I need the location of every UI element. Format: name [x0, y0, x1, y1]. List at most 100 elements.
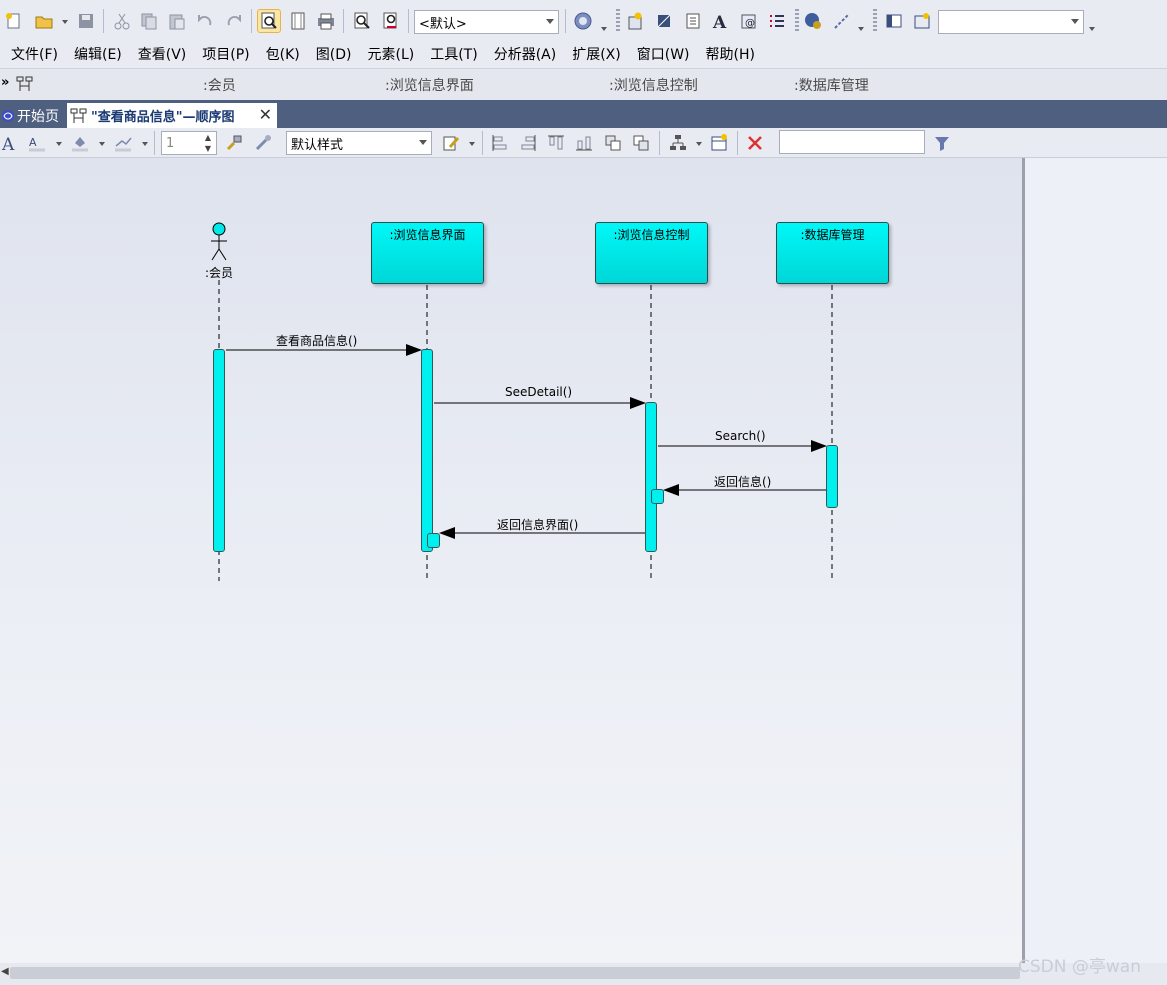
help-dropdown-icon[interactable]	[601, 27, 607, 31]
diagram-properties-icon[interactable]	[707, 131, 731, 155]
paste-icon[interactable]	[165, 9, 189, 33]
connector-dropdown-icon[interactable]	[858, 27, 864, 31]
align-top-icon[interactable]	[544, 131, 568, 155]
message-return-info[interactable]: 返回信息()	[714, 473, 771, 490]
help-icon[interactable]	[571, 9, 595, 33]
spin-down-icon[interactable]: ▼	[205, 144, 211, 153]
scroll-left-icon[interactable]: ◀	[1, 966, 9, 977]
workset-icon[interactable]	[910, 9, 934, 33]
layout-dropdown-icon[interactable]	[696, 142, 702, 146]
zoom-page-icon[interactable]	[257, 9, 281, 33]
perspective-combo[interactable]	[938, 10, 1084, 34]
lifeline-header-database[interactable]: :数据库管理	[794, 75, 869, 95]
lifeline-database[interactable]: :数据库管理	[776, 222, 889, 284]
new-element-icon[interactable]	[623, 9, 647, 33]
save-icon[interactable]	[74, 9, 98, 33]
lifeline-browse-control[interactable]: :浏览信息控制	[595, 222, 708, 284]
line-color-icon[interactable]	[111, 131, 135, 155]
print-icon[interactable]	[314, 9, 338, 33]
redo-icon[interactable]	[222, 9, 246, 33]
text-icon[interactable]: A	[708, 9, 732, 33]
menu-tools[interactable]: 工具(T)	[422, 44, 485, 66]
new-file-icon[interactable]	[2, 9, 26, 33]
tab-start-page[interactable]: 开始页	[0, 103, 64, 128]
align-right-icon[interactable]	[516, 131, 540, 155]
page-view-icon[interactable]	[286, 9, 310, 33]
edit-style-icon[interactable]	[439, 131, 463, 155]
list-icon[interactable]	[765, 9, 789, 33]
activation-bar[interactable]	[421, 349, 433, 552]
expand-chevron-icon[interactable]: »	[1, 75, 9, 90]
toolbar-overflow-icon[interactable]	[1089, 27, 1095, 31]
fill-color-icon[interactable]	[68, 131, 92, 155]
delete-icon[interactable]	[743, 131, 767, 155]
menu-help[interactable]: 帮助(H)	[698, 44, 763, 66]
lifeline-header-member[interactable]: :会员	[203, 75, 236, 95]
menu-extensions[interactable]: 扩展(X)	[564, 44, 629, 66]
undo-icon[interactable]	[193, 9, 217, 33]
pick-style-icon[interactable]	[251, 131, 275, 155]
font-color-icon[interactable]: A	[25, 131, 49, 155]
tab-sequence-diagram[interactable]: "查看商品信息"—顺序图 ✕	[67, 103, 277, 128]
line-color-dropdown-icon[interactable]	[142, 142, 148, 146]
spin-up-icon[interactable]: ▲	[205, 133, 211, 142]
fill-color-dropdown-icon[interactable]	[99, 142, 105, 146]
message-see-detail[interactable]: SeeDetail()	[505, 385, 572, 399]
font-icon[interactable]: A	[0, 131, 22, 155]
activation-bar[interactable]	[213, 349, 225, 552]
menu-window[interactable]: 窗口(W)	[629, 44, 698, 66]
diagram-canvas[interactable]: :会员 :浏览信息界面 :浏览信息控制 :数据库管理 查看商品信息() SeeD…	[0, 158, 1024, 963]
tab-start-page-label: 开始页	[17, 108, 59, 125]
align-bottom-icon[interactable]	[572, 131, 596, 155]
element-icon[interactable]	[652, 9, 676, 33]
lifeline-browse-ui[interactable]: :浏览信息界面	[371, 222, 484, 284]
format-painter-icon[interactable]	[222, 131, 246, 155]
menu-bar: 文件(F) 编辑(E) 查看(V) 项目(P) 包(K) 图(D) 元素(L) …	[0, 42, 1167, 68]
filter-icon[interactable]	[930, 131, 954, 155]
lifeline-header-browse-ui[interactable]: :浏览信息界面	[385, 75, 474, 95]
menu-project[interactable]: 项目(P)	[194, 44, 257, 66]
menu-file[interactable]: 文件(F)	[3, 44, 66, 66]
find-replace-icon[interactable]	[379, 9, 403, 33]
line-width-spinner[interactable]: 1 ▲ ▼	[161, 131, 217, 155]
same-height-icon[interactable]	[629, 131, 653, 155]
menu-element[interactable]: 元素(L)	[359, 44, 422, 66]
activation-bar[interactable]	[645, 402, 657, 552]
menu-view[interactable]: 查看(V)	[130, 44, 195, 66]
copy-icon[interactable]	[137, 9, 161, 33]
find-icon[interactable]	[350, 9, 374, 33]
side-panel	[1025, 158, 1167, 963]
message-view-product[interactable]: 查看商品信息()	[276, 332, 357, 349]
style-combo[interactable]: 默认样式	[286, 131, 432, 155]
layout-icon[interactable]	[666, 131, 690, 155]
filter-search-input[interactable]	[779, 130, 925, 154]
note-icon[interactable]: @	[737, 9, 761, 33]
lifeline-header-browse-control[interactable]: :浏览信息控制	[609, 75, 698, 95]
message-search[interactable]: Search()	[715, 429, 766, 443]
document-icon[interactable]	[681, 9, 705, 33]
scrollbar-thumb[interactable]	[10, 967, 1020, 979]
menu-diagram[interactable]: 图(D)	[308, 44, 360, 66]
message-return-ui[interactable]: 返回信息界面()	[497, 516, 578, 533]
lifeline-database-label: :数据库管理	[800, 228, 865, 242]
globe-icon[interactable]	[801, 9, 825, 33]
close-tab-icon[interactable]: ✕	[259, 105, 272, 124]
menu-analyzer[interactable]: 分析器(A)	[486, 44, 565, 66]
window-layout-icon[interactable]	[882, 9, 906, 33]
sequence-diagram-icon	[16, 76, 34, 96]
menu-edit[interactable]: 编辑(E)	[66, 44, 130, 66]
open-dropdown-icon[interactable]	[62, 20, 68, 24]
return-activation-bar[interactable]	[427, 533, 440, 548]
cut-icon[interactable]	[110, 9, 134, 33]
actor-label[interactable]: :会员	[205, 264, 233, 281]
align-left-icon[interactable]	[488, 131, 512, 155]
connector-icon[interactable]	[830, 9, 854, 33]
workspace-combo[interactable]: <默认>	[414, 10, 559, 34]
menu-package[interactable]: 包(K)	[258, 44, 308, 66]
open-folder-icon[interactable]	[32, 9, 56, 33]
font-color-dropdown-icon[interactable]	[56, 142, 62, 146]
activation-bar[interactable]	[826, 445, 838, 508]
edit-style-dropdown-icon[interactable]	[469, 142, 475, 146]
same-width-icon[interactable]	[601, 131, 625, 155]
return-activation-bar[interactable]	[651, 489, 664, 504]
